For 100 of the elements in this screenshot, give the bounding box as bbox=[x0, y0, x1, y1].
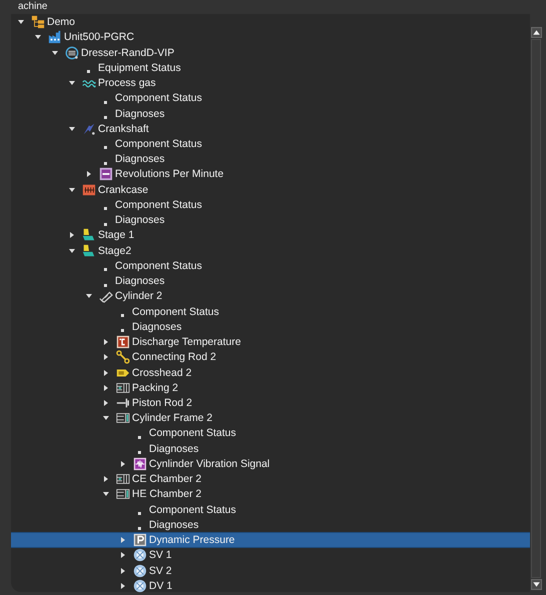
tree-item[interactable]: Component Status bbox=[11, 304, 530, 320]
frame-icon bbox=[116, 487, 130, 502]
shaft-icon bbox=[82, 122, 96, 136]
tree-item[interactable]: Cynlinder Vibration Signal bbox=[11, 456, 530, 472]
panel-title: achine bbox=[17, 0, 48, 14]
tree-item[interactable]: HE Chamber 2 bbox=[11, 486, 530, 502]
expand-arrow-icon[interactable] bbox=[119, 460, 127, 468]
item-label: Crosshead 2 bbox=[131, 366, 192, 378]
item-label: Crankcase bbox=[97, 184, 148, 196]
factory-icon bbox=[48, 30, 62, 44]
circle-icon bbox=[64, 46, 78, 60]
collapse-arrow-icon[interactable] bbox=[68, 124, 76, 133]
tree-item[interactable]: Crosshead 2 bbox=[11, 364, 530, 380]
tree-item[interactable]: SV 2 bbox=[11, 562, 530, 578]
item-label: Stage2 bbox=[97, 244, 132, 257]
tree-item[interactable]: Diagnoses bbox=[11, 441, 530, 456]
item-label: Component Status bbox=[114, 138, 202, 150]
tree-item[interactable]: DV 1 bbox=[11, 578, 530, 594]
cylinder-icon bbox=[98, 289, 112, 304]
tree-item[interactable]: Diagnoses bbox=[11, 212, 530, 228]
tree-item[interactable]: Demo bbox=[11, 14, 530, 30]
tree-item[interactable]: Component Status bbox=[11, 258, 530, 274]
item-label: Component Status bbox=[114, 260, 202, 272]
tree-item[interactable]: Revolutions Per Minute bbox=[11, 166, 530, 182]
tree-item[interactable]: Dresser-RandD-VIP bbox=[11, 44, 530, 60]
item-label: Process gas bbox=[97, 77, 156, 90]
tree-item[interactable]: Diagnoses bbox=[11, 517, 530, 532]
tree-item[interactable]: Component Status bbox=[11, 426, 530, 442]
rod-icon bbox=[116, 350, 130, 364]
item-label: Component Status bbox=[114, 198, 202, 211]
tree-item[interactable]: SV 1 bbox=[11, 548, 530, 563]
tree-item[interactable]: CE Chamber 2 bbox=[11, 472, 530, 487]
item-label: Component Status bbox=[114, 92, 202, 104]
item-label: Diagnoses bbox=[148, 442, 199, 455]
scroll-up-icon[interactable] bbox=[530, 27, 542, 38]
item-label: Dynamic Pressure bbox=[148, 534, 235, 546]
waveform-icon bbox=[132, 456, 146, 471]
tree-item[interactable]: Component Status bbox=[11, 90, 530, 106]
item-label: Revolutions Per Minute bbox=[114, 168, 224, 180]
tree-item[interactable]: Discharge Temperature bbox=[11, 334, 530, 350]
tree-item[interactable]: Unit500-PGRC bbox=[11, 30, 530, 45]
expand-arrow-icon[interactable] bbox=[68, 231, 76, 240]
tree-item[interactable]: Stage2 bbox=[11, 243, 530, 258]
item-label: Equipment Status bbox=[97, 62, 181, 74]
item-label: Piston Rod 2 bbox=[131, 396, 192, 409]
item-label: Diagnoses bbox=[114, 153, 165, 166]
tree-item[interactable]: Component Status bbox=[11, 136, 530, 152]
item-label: Diagnoses bbox=[114, 275, 165, 288]
tree-item[interactable]: Cylinder Frame 2 bbox=[11, 410, 530, 426]
item-label: Cynlinder Vibration Signal bbox=[148, 458, 270, 470]
item-label: Discharge Temperature bbox=[131, 336, 241, 348]
tree-item[interactable]: Equipment Status bbox=[11, 60, 530, 76]
item-label: SV 2 bbox=[148, 564, 172, 577]
tree-item[interactable]: Component Status bbox=[11, 197, 530, 213]
item-label: Cylinder 2 bbox=[114, 290, 162, 302]
tree-item[interactable]: Process gas bbox=[11, 75, 530, 91]
item-label: Component Status bbox=[148, 427, 236, 440]
tree-item[interactable]: Connecting Rod 2 bbox=[11, 350, 530, 365]
grid-icon bbox=[82, 182, 96, 197]
item-label: Diagnoses bbox=[114, 214, 165, 226]
collapse-arrow-icon[interactable] bbox=[51, 48, 59, 57]
collapse-arrow-icon[interactable] bbox=[34, 33, 42, 42]
tree-item[interactable]: Packing 2 bbox=[11, 380, 530, 396]
collapse-arrow-icon[interactable] bbox=[102, 414, 110, 422]
tree-item[interactable]: Diagnoses bbox=[11, 152, 530, 167]
tree-item[interactable]: Cylinder 2 bbox=[11, 288, 530, 304]
item-label: Cylinder Frame 2 bbox=[131, 412, 213, 424]
tree-item[interactable]: Diagnoses bbox=[11, 273, 530, 289]
expand-arrow-icon[interactable] bbox=[85, 170, 93, 178]
item-label: Component Status bbox=[148, 504, 236, 516]
item-label: CE Chamber 2 bbox=[131, 473, 202, 486]
item-label: Dresser-RandD-VIP bbox=[80, 46, 174, 59]
thermometer-icon bbox=[116, 335, 130, 350]
item-label: HE Chamber 2 bbox=[131, 488, 202, 500]
scroll-down-icon[interactable] bbox=[530, 579, 542, 590]
valve-icon bbox=[132, 564, 146, 578]
collapse-arrow-icon[interactable] bbox=[68, 186, 76, 194]
item-label: Diagnoses bbox=[114, 108, 165, 120]
expand-arrow-icon[interactable] bbox=[102, 475, 110, 484]
tree-item[interactable]: Piston Rod 2 bbox=[11, 395, 530, 411]
tree-item[interactable]: Stage 1 bbox=[11, 228, 530, 244]
tree-item[interactable]: Crankcase bbox=[11, 182, 530, 198]
tree-item[interactable]: Crankshaft bbox=[11, 121, 530, 136]
collapse-arrow-icon[interactable] bbox=[68, 79, 76, 88]
tree-item[interactable]: Component Status bbox=[11, 502, 530, 518]
chamber-icon bbox=[116, 380, 130, 395]
collapse-arrow-icon[interactable] bbox=[102, 490, 110, 498]
item-label: Diagnoses bbox=[148, 518, 199, 531]
item-label: SV 1 bbox=[148, 549, 172, 562]
p-letter-icon bbox=[132, 533, 146, 548]
tree-item[interactable]: Diagnoses bbox=[11, 106, 530, 122]
item-label: Demo bbox=[46, 16, 76, 28]
item-label: Packing 2 bbox=[131, 382, 178, 394]
scrollbar[interactable] bbox=[530, 14, 542, 592]
collapse-arrow-icon[interactable] bbox=[85, 292, 93, 300]
tree-item[interactable]: Dynamic Pressure bbox=[11, 532, 530, 548]
tree-item[interactable]: Diagnoses bbox=[11, 319, 530, 334]
collapse-arrow-icon[interactable] bbox=[68, 246, 76, 255]
collapse-arrow-icon[interactable] bbox=[17, 18, 25, 26]
scroll-thumb[interactable] bbox=[531, 39, 541, 578]
